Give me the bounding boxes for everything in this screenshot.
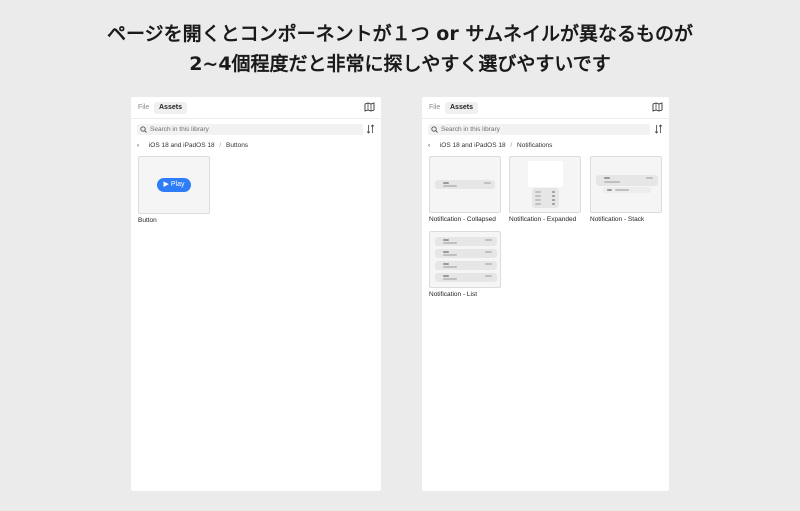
component-thumbnail[interactable] xyxy=(429,156,501,213)
back-chevron-icon[interactable]: ‹ xyxy=(428,141,438,151)
search-input[interactable]: Search in this library xyxy=(137,124,363,135)
list-preview-row xyxy=(435,249,497,258)
search-icon xyxy=(431,126,438,133)
search-input[interactable]: Search in this library xyxy=(428,124,650,135)
component-thumbnail[interactable] xyxy=(590,156,662,213)
breadcrumb-current: Buttons xyxy=(226,142,249,149)
component-thumbnail[interactable]: ▶ Play xyxy=(138,156,210,214)
stack-preview-top xyxy=(596,175,658,186)
breadcrumb-root[interactable]: iOS 18 and iPadOS 18 xyxy=(149,142,215,149)
search-icon xyxy=(140,126,147,133)
assets-panel-buttons: File Assets Search in this library ‹ iOS… xyxy=(131,97,381,491)
breadcrumb-separator: / xyxy=(219,142,222,149)
library-icon[interactable] xyxy=(652,102,663,112)
sort-icon[interactable] xyxy=(654,124,663,134)
component-label: Notification - List xyxy=(429,291,478,298)
breadcrumb-current: Notifications xyxy=(517,142,553,149)
search-placeholder: Search in this library xyxy=(150,126,209,133)
component-thumbnail[interactable] xyxy=(429,231,501,288)
component-label: Notification - Collapsed xyxy=(429,216,496,223)
list-preview-row xyxy=(435,261,497,270)
stack-preview-under xyxy=(603,187,651,193)
notification-preview xyxy=(435,180,495,189)
component-label: Button xyxy=(138,217,157,224)
breadcrumb-root[interactable]: iOS 18 and iPadOS 18 xyxy=(440,142,506,149)
tab-bar: File Assets xyxy=(422,97,669,119)
breadcrumb: ‹ iOS 18 and iPadOS 18 / Buttons xyxy=(137,141,248,151)
list-preview-row xyxy=(435,273,497,282)
tab-file[interactable]: File xyxy=(429,102,440,114)
tab-bar: File Assets xyxy=(131,97,381,119)
play-button-preview: ▶ Play xyxy=(157,178,191,192)
component-label: Notification - Stack xyxy=(590,216,645,223)
expanded-preview-image xyxy=(528,161,563,187)
expanded-preview-menu xyxy=(532,188,559,208)
back-chevron-icon[interactable]: ‹ xyxy=(137,141,147,151)
component-label: Notification - Expanded xyxy=(509,216,577,223)
search-placeholder: Search in this library xyxy=(441,126,500,133)
sort-icon[interactable] xyxy=(366,124,375,134)
breadcrumb: ‹ iOS 18 and iPadOS 18 / Notifications xyxy=(428,141,552,151)
heading-line-2: 2~4個程度だと非常に探しやすく選びやすいです xyxy=(189,53,611,75)
assets-panel-notifications: File Assets Search in this library ‹ iOS… xyxy=(422,97,669,491)
tab-assets[interactable]: Assets xyxy=(445,102,478,114)
tab-assets[interactable]: Assets xyxy=(154,102,187,114)
list-preview-row xyxy=(435,237,497,246)
heading-line-1: ページを開くとコンポーネントが１つ or サムネイルが異なるものが xyxy=(107,23,693,45)
breadcrumb-separator: / xyxy=(510,142,513,149)
library-icon[interactable] xyxy=(364,102,375,112)
component-thumbnail[interactable] xyxy=(509,156,581,213)
tab-file[interactable]: File xyxy=(138,102,149,114)
